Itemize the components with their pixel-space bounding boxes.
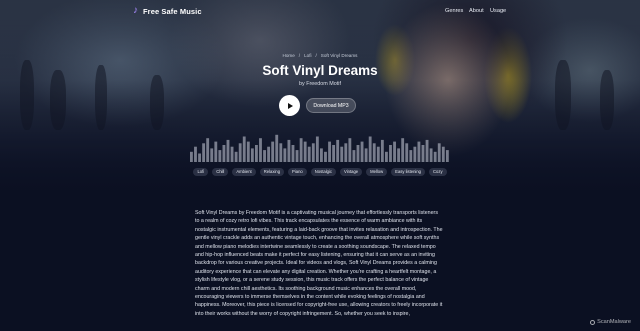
waveform-bar — [307, 146, 311, 162]
waveform-bar — [295, 150, 299, 162]
nav-link-usage[interactable]: Usage — [490, 8, 506, 14]
breadcrumb: Home / Lofi / Soft Vinyl Dreams — [0, 53, 640, 58]
breadcrumb-lofi[interactable]: Lofi — [304, 53, 311, 58]
waveform-bar — [372, 143, 376, 162]
waveform-bar — [198, 153, 201, 162]
tag-chip[interactable]: Chill — [212, 168, 229, 176]
waveform-bar — [385, 151, 388, 162]
waveform-bar — [267, 146, 271, 162]
waveform-bar — [218, 150, 222, 162]
tag-chip[interactable]: Vintage — [339, 168, 363, 176]
tag-chip[interactable]: Cozy — [429, 168, 447, 176]
play-button[interactable] — [279, 95, 300, 116]
waveform-bar — [340, 146, 344, 162]
waveform-bar — [311, 143, 315, 162]
breadcrumb-separator: / — [298, 53, 301, 58]
waveform[interactable] — [190, 128, 450, 162]
waveform-bar — [202, 143, 206, 162]
waveform-bar — [336, 139, 340, 162]
waveform-bar — [214, 141, 218, 162]
download-mp3-button[interactable]: Download MP3 — [306, 98, 356, 113]
waveform-bar — [255, 145, 258, 162]
waveform-bar — [437, 143, 441, 162]
waveform-bar — [376, 146, 380, 162]
waveform-bar — [242, 136, 246, 162]
waveform-bar — [259, 138, 262, 162]
waveform-bar — [263, 150, 266, 162]
waveform-bar — [393, 141, 396, 162]
waveform-bar — [417, 141, 421, 162]
tag-chip[interactable]: Mellow — [366, 168, 388, 176]
waveform-bar — [421, 145, 425, 162]
waveform-bar — [226, 139, 230, 162]
waveform-bar — [283, 148, 287, 162]
track-artist: by Freedom Motif — [299, 81, 341, 87]
waveform-bar — [222, 145, 226, 162]
track-description: Soft Vinyl Dreams by Freedom Motif is a … — [195, 210, 443, 317]
music-note-icon: ♪ — [133, 5, 138, 16]
waveform-bar — [344, 143, 348, 162]
waveform-bar — [190, 151, 193, 162]
waveform-bar — [230, 146, 234, 162]
waveform-bar — [433, 151, 437, 162]
tag-chip[interactable]: Lofi — [193, 168, 209, 176]
waveform-bar — [429, 148, 433, 162]
waveform-bar — [445, 150, 449, 162]
tag-chip[interactable]: Relaxing — [259, 168, 285, 176]
breadcrumb-separator: / — [315, 53, 317, 58]
waveform-bar — [368, 136, 372, 162]
waveform-bar — [238, 143, 242, 162]
waveform-bar — [356, 145, 360, 162]
top-nav: ♪ Free Safe Music Genres About Usage — [0, 0, 640, 22]
waveform-bar — [324, 151, 327, 162]
tag-list: Lofi Chill Ambient Relaxing Piano Nostalgic Vi… — [0, 168, 640, 176]
waveform-bar — [364, 148, 368, 162]
waveform-bar — [328, 141, 331, 162]
waveform-bar — [409, 150, 413, 162]
tag-chip[interactable]: Nostalgic — [310, 168, 336, 176]
waveform-bar — [194, 146, 197, 162]
nav-link-about[interactable]: About — [469, 8, 484, 14]
waveform-bar — [352, 150, 356, 162]
brand-name: Free Safe Music — [143, 6, 202, 16]
waveform-bar — [413, 146, 417, 162]
waveform-bar — [275, 134, 279, 162]
breadcrumb-home[interactable]: Home — [283, 53, 295, 58]
waveform-bar — [405, 143, 409, 162]
tag-chip[interactable]: Piano — [288, 168, 307, 176]
tag-chip[interactable]: Ambient — [232, 168, 256, 176]
waveform-bar — [315, 136, 319, 162]
waveform-bar — [360, 141, 364, 162]
waveform-bar — [320, 148, 323, 162]
page-title: Soft Vinyl Dreams — [262, 63, 378, 78]
waveform-bar — [246, 141, 250, 162]
waveform-bar — [389, 145, 392, 162]
waveform-bar — [234, 151, 238, 162]
waveform-bar — [287, 139, 291, 162]
waveform-bar — [397, 148, 401, 162]
waveform-bar — [210, 148, 214, 162]
waveform-bar — [348, 138, 352, 162]
watermark-text: ScanMalware — [597, 319, 631, 325]
waveform-bar — [303, 141, 307, 162]
waveform-bar — [279, 143, 283, 162]
waveform-bar — [425, 139, 429, 162]
waveform-bar — [250, 148, 254, 162]
brand-logo[interactable]: ♪ Free Safe Music — [133, 6, 202, 16]
breadcrumb-current: Soft Vinyl Dreams — [320, 53, 358, 58]
waveform-bar — [441, 146, 445, 162]
eye-icon — [590, 319, 596, 325]
nav-link-genres[interactable]: Genres — [445, 8, 463, 14]
waveform-bar — [401, 138, 405, 162]
waveform-bar — [332, 145, 336, 162]
waveform-bar — [380, 139, 384, 162]
play-icon — [287, 102, 293, 109]
waveform-bar — [291, 145, 295, 162]
waveform-bar — [271, 141, 275, 162]
watermark: ScanMalware — [590, 319, 631, 325]
waveform-bar — [299, 138, 303, 162]
tag-chip[interactable]: Easy listening — [391, 168, 425, 176]
waveform-bar — [206, 138, 210, 162]
